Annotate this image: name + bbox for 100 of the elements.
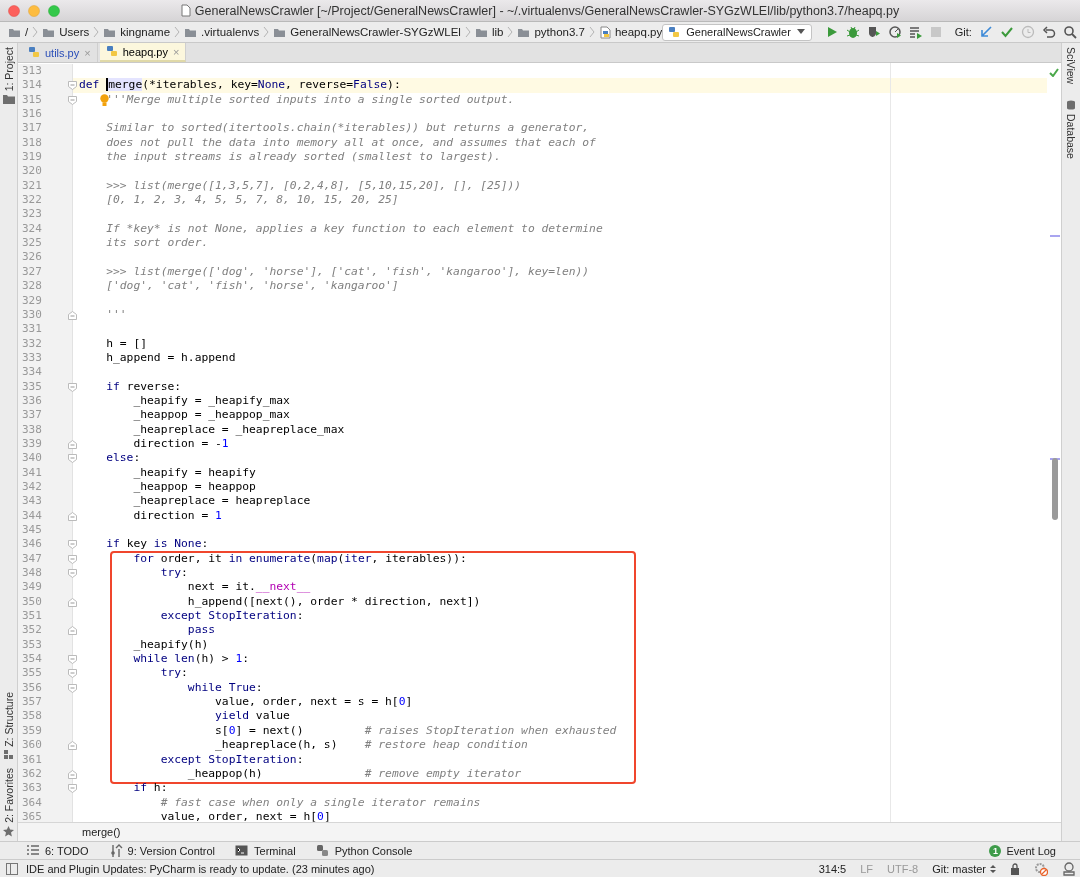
lock-icon[interactable] — [1010, 862, 1020, 875]
code-line: its sort order. — [106, 236, 209, 250]
line-number: 349 — [18, 580, 73, 595]
code-line: '''Merge multiple sorted inputs into a single sorted output. — [106, 92, 515, 106]
line-number: 326 — [18, 250, 73, 265]
code-line: If *key* is not None, applies a key function to each element to determine — [106, 221, 603, 235]
fold-marker-icon[interactable] — [68, 382, 77, 392]
fold-marker-icon[interactable] — [68, 310, 77, 320]
undo-icon[interactable] — [1041, 25, 1056, 39]
code-line: except StopIteration: — [160, 752, 304, 766]
code-line: s[0] = next() # raises StopIteration when exhausted — [215, 723, 617, 737]
code-line: pass — [187, 623, 216, 637]
code-line: _heappop(h) # remove empty iterator — [187, 766, 522, 780]
fold-marker-icon[interactable] — [68, 669, 77, 679]
path-breadcrumb[interactable]: / — [8, 26, 29, 38]
tool-window-button[interactable]: Python Console — [315, 843, 413, 858]
code-line: if h: — [133, 781, 168, 795]
folder-icon — [8, 26, 21, 38]
code-line: [0, 1, 2, 3, 4, 5, 5, 7, 8, 10, 15, 20, 25] — [106, 193, 399, 207]
code-line: ['dog', 'cat', 'fish', 'horse', 'kangaroo'] — [106, 279, 399, 293]
tool-window-button[interactable]: Database — [1065, 100, 1077, 160]
code-line: _heapreplace = heapreplace — [133, 494, 311, 508]
code-line: _heapreplace(h, s) # restore heap condition — [215, 738, 528, 752]
search-icon[interactable] — [1062, 25, 1077, 39]
fold-marker-icon[interactable] — [68, 454, 77, 464]
code-line: try: — [160, 566, 188, 580]
chevron-icon — [174, 26, 181, 38]
git-label: Git: — [954, 26, 972, 38]
tool-window-button[interactable]: 2: Favorites — [2, 768, 15, 837]
line-number: 357 — [18, 695, 73, 710]
editor-tab[interactable]: heapq.py × — [99, 43, 187, 62]
fold-marker-icon[interactable] — [68, 81, 77, 91]
tool-window-button[interactable]: 9: Version Control — [108, 843, 216, 858]
fold-marker-icon[interactable] — [68, 741, 77, 751]
line-number: 352 — [18, 623, 73, 638]
line-number: 334 — [18, 365, 73, 380]
checkmark-icon[interactable] — [999, 25, 1014, 39]
chevron-icon — [588, 26, 595, 38]
code-line: _heapify = heapify — [133, 465, 256, 479]
fold-marker-icon[interactable] — [68, 597, 77, 607]
gear-blocked-icon[interactable] — [1034, 861, 1048, 876]
shield-icon[interactable] — [866, 25, 881, 39]
fold-marker-icon[interactable] — [68, 769, 77, 779]
clock-icon[interactable] — [1020, 25, 1035, 39]
fold-marker-icon[interactable] — [68, 683, 77, 693]
fold-marker-icon[interactable] — [68, 511, 77, 521]
code-line: _heapreplace = _heapreplace_max — [133, 422, 345, 436]
path-breadcrumb[interactable]: python3.7 — [517, 26, 585, 38]
fold-marker-icon[interactable] — [68, 569, 77, 579]
line-number: 322 — [18, 193, 73, 208]
path-breadcrumb[interactable]: lib — [474, 26, 504, 38]
fold-marker-icon[interactable] — [68, 95, 77, 105]
path-breadcrumb[interactable]: kingname — [103, 26, 171, 38]
git-branch-widget[interactable]: Git: master — [932, 862, 996, 875]
structure-icon — [3, 750, 14, 761]
run-configuration-dropdown[interactable]: GeneralNewsCrawler — [662, 23, 812, 41]
line-number: 328 — [18, 279, 73, 294]
path-breadcrumb[interactable]: .virtualenvs — [184, 26, 260, 38]
code-line: def merge(*iterables, key=None, reverse=False): — [79, 78, 401, 92]
tool-window-button[interactable]: SciView — [1065, 47, 1077, 85]
minimize-button[interactable] — [28, 4, 40, 17]
event-log-button[interactable]: 1 Event Log — [989, 844, 1056, 857]
code-line: _heappop = heappop — [133, 479, 256, 493]
code-line: yield value — [215, 709, 290, 723]
line-number: 363 — [18, 781, 73, 796]
code-line: the input streams is already sorted (smallest to largest). — [106, 150, 501, 164]
database-icon — [1066, 100, 1076, 111]
fold-marker-icon[interactable] — [68, 540, 77, 550]
gauge-icon[interactable] — [887, 25, 902, 39]
zoom-button[interactable] — [48, 4, 60, 17]
path-breadcrumb[interactable]: heapq.py — [598, 25, 663, 39]
fold-marker-icon[interactable] — [68, 554, 77, 564]
tool-window-button[interactable]: 6: TODO — [26, 843, 89, 858]
python-file-icon — [105, 45, 118, 58]
fold-marker-icon[interactable] — [68, 439, 77, 449]
stop-icon[interactable] — [929, 26, 942, 38]
code-line: while len(h) > 1: — [133, 652, 250, 666]
chevron-icon — [507, 26, 514, 38]
window-title: GeneralNewsCrawler [~/Project/GeneralNewsCrawler] - ~/.virtualenvs/GeneralNewsCrawler-SYGzWLEl/lib/python3.7/heapq.py — [194, 3, 900, 18]
fold-marker-icon[interactable] — [68, 655, 77, 665]
close-button[interactable] — [8, 4, 20, 17]
code-line: h_append = h.append — [106, 350, 236, 364]
folder-icon — [184, 26, 198, 38]
lightbulb-icon[interactable] — [100, 93, 109, 107]
update-arrow-icon[interactable] — [978, 25, 993, 39]
tool-window-button[interactable]: 1: Project — [2, 47, 15, 105]
bug-icon[interactable] — [845, 25, 860, 39]
list-run-icon[interactable] — [908, 25, 923, 39]
fold-marker-icon[interactable] — [68, 626, 77, 636]
path-breadcrumb[interactable]: GeneralNewsCrawler-SYGzWLEl — [273, 26, 461, 38]
line-number: 314 — [18, 78, 73, 93]
editor-tab[interactable]: utils.py × — [22, 43, 98, 62]
code-line: >>> list(merge([1,3,5,7], [0,2,4,8], [5,10,15,20], [], [25])) — [106, 178, 522, 192]
document-icon — [180, 4, 191, 17]
function-breadcrumb[interactable]: merge() — [82, 826, 121, 838]
fold-marker-icon[interactable] — [68, 784, 77, 794]
tool-window-button[interactable]: Z: Structure — [2, 692, 15, 761]
caret-position[interactable]: 314:5 — [818, 862, 847, 875]
path-breadcrumb[interactable]: Users — [42, 26, 90, 38]
tool-window-button[interactable]: Terminal — [235, 843, 296, 858]
